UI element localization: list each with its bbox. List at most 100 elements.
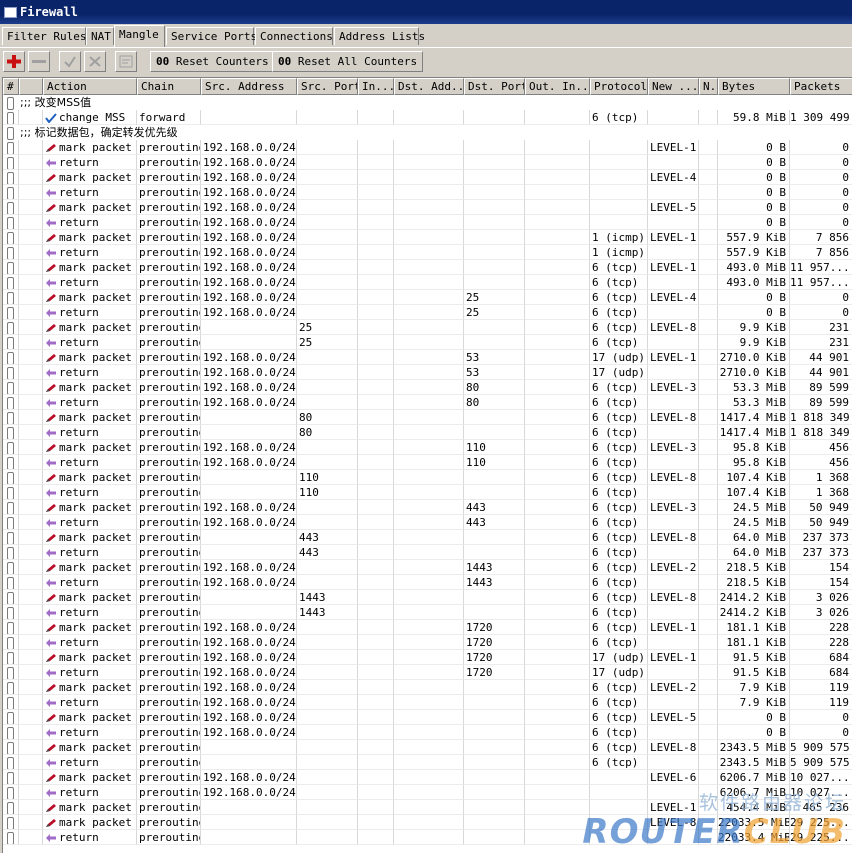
disable-button[interactable] (84, 51, 106, 72)
table-row[interactable]: return prerouting 192.168.0.0/24 25 6 (tcp) 0… (3, 305, 852, 320)
cell-empty (699, 155, 718, 170)
column-header[interactable]: Src. Port (297, 78, 358, 95)
table-row[interactable]: return prerouting 192.168.0.0/24 1443 6 (tcp… (3, 575, 852, 590)
table-row[interactable]: return prerouting 192.168.0.0/24 110 6 (tcp)… (3, 455, 852, 470)
tab-connections[interactable]: Connections (255, 27, 333, 45)
table-row[interactable]: return prerouting 192.168.0.0/24 6 (tcp) 7.9… (3, 695, 852, 710)
table-row[interactable]: mark packet prerouting 192.168.0.0/24 1 (ic… (3, 230, 852, 245)
cell-dst-port: 1720 (464, 650, 525, 665)
table-row[interactable]: return prerouting 22033.4 MiB 29 225... (3, 830, 852, 845)
cell-empty (358, 560, 394, 575)
table-row[interactable]: mark packet prerouting 192.168.0.0/24 25 6 (… (3, 290, 852, 305)
cell-empty (358, 410, 394, 425)
cell-packets: 89 599 (790, 380, 852, 395)
table-row[interactable]: mark packet prerouting 110 6 (tcp) LEVEL-8 10… (3, 470, 852, 485)
cell-empty (3, 380, 19, 395)
column-header[interactable]: Dst. Port (464, 78, 525, 95)
table-row[interactable]: mark packet prerouting 192.168.0.0/24 53 17 … (3, 350, 852, 365)
table-row[interactable]: mark packet prerouting 192.168.0.0/24 6 (tc… (3, 680, 852, 695)
table-row[interactable]: return prerouting 192.168.0.0/24 0 B0 (3, 155, 852, 170)
table-row[interactable]: mark packet prerouting 192.168.0.0/24 LEVEL… (3, 770, 852, 785)
table-row[interactable]: mark packet prerouting 192.168.0.0/24 80 6 (… (3, 380, 852, 395)
table-row[interactable]: return prerouting 1443 6 (tcp) 2414.2 KiB 3 0… (3, 605, 852, 620)
tab-address-lists[interactable]: Address Lists (334, 27, 425, 45)
table-row[interactable]: mark packet prerouting 192.168.0.0/24 LEVEL… (3, 140, 852, 155)
column-header[interactable]: Bytes (718, 78, 790, 95)
column-header[interactable]: Packets (790, 78, 852, 95)
column-header[interactable]: N.. (699, 78, 718, 95)
table-row[interactable]: mark packet prerouting 192.168.0.0/24 LEVEL… (3, 200, 852, 215)
column-header[interactable]: Src. Address (201, 78, 297, 95)
table-row[interactable]: return prerouting 192.168.0.0/24 443 6 (tcp)… (3, 515, 852, 530)
cell-empty (394, 500, 464, 515)
column-header[interactable]: New ... (648, 78, 699, 95)
column-header[interactable]: Action (43, 78, 137, 95)
column-header[interactable]: Dst. Add... (394, 78, 464, 95)
table-row[interactable]: return prerouting 192.168.0.0/24 6 (tcp) 493… (3, 275, 852, 290)
column-header[interactable]: In... (358, 78, 394, 95)
table-row[interactable]: return prerouting 192.168.0.0/24 0 B0 (3, 215, 852, 230)
enable-button[interactable] (59, 51, 81, 72)
table-row[interactable]: mark packet prerouting 1443 6 (tcp) LEVEL-8 2… (3, 590, 852, 605)
table-row[interactable]: change MSS forward 6 (tcp) 59.8 MiB 1 309 49… (3, 110, 852, 125)
column-header[interactable]: Chain (137, 78, 201, 95)
table-row[interactable]: mark packet prerouting 192.168.0.0/24 6 (tc… (3, 260, 852, 275)
cell-empty (699, 800, 718, 815)
table-row[interactable]: return prerouting 192.168.0.0/24 1720 6 (tcp… (3, 635, 852, 650)
cell-src-address (201, 830, 297, 845)
window-titlebar[interactable]: Firewall (0, 0, 852, 24)
table-row[interactable]: mark packet prerouting 443 6 (tcp) LEVEL-8 64… (3, 530, 852, 545)
table-row[interactable]: return prerouting 80 6 (tcp) 1417.4 MiB 1 818… (3, 425, 852, 440)
table-row[interactable]: mark packet prerouting 192.168.0.0/24 1720 6… (3, 620, 852, 635)
cell-packets: 3 026 (790, 590, 852, 605)
tab-service-ports[interactable]: Service Ports (166, 27, 257, 45)
column-header[interactable]: # (3, 78, 19, 95)
table-row[interactable]: return prerouting 443 6 (tcp) 64.0 MiB 237 37… (3, 545, 852, 560)
cell-empty (525, 365, 590, 380)
action-label: return (59, 186, 99, 199)
remove-button[interactable] (28, 51, 50, 72)
mark-packet-icon (46, 324, 56, 332)
table-row[interactable]: return prerouting 192.168.0.0/24 0 B0 (3, 185, 852, 200)
action-label: return (59, 336, 99, 349)
table-row[interactable]: return prerouting 192.168.0.0/24 80 6 (tcp) 5… (3, 395, 852, 410)
table-row[interactable]: return prerouting 192.168.0.0/24 53 17 (udp)… (3, 365, 852, 380)
table-row[interactable]: return prerouting 6 (tcp) 2343.5 MiB 5 909 5… (3, 755, 852, 770)
table-row[interactable]: mark packet prerouting 80 6 (tcp) LEVEL-8 141… (3, 410, 852, 425)
tab-filter-rules[interactable]: Filter Rules (2, 27, 86, 45)
table-row[interactable]: mark packet prerouting LEVEL-8 22033.5 MiB 2… (3, 815, 852, 830)
comment-button[interactable] (115, 51, 137, 72)
table-row[interactable]: return prerouting 192.168.0.0/24 1 (icmp) 55… (3, 245, 852, 260)
cell-empty (394, 575, 464, 590)
table-row[interactable]: mark packet prerouting 192.168.0.0/24 LEVEL… (3, 170, 852, 185)
table-row[interactable]: return prerouting 192.168.0.0/24 1720 17 (ud… (3, 665, 852, 680)
action-label: mark packet (59, 561, 132, 574)
column-header[interactable] (19, 78, 43, 95)
cell-empty (394, 380, 464, 395)
reset-all-counters-button[interactable]: 00 Reset All Counters (272, 51, 424, 72)
cell-protocol: 6 (tcp) (590, 620, 648, 635)
table-row[interactable]: mark packet prerouting 192.168.0.0/24 1443 6… (3, 560, 852, 575)
table-row[interactable]: mark packet prerouting 192.168.0.0/24 443 6 … (3, 500, 852, 515)
column-header[interactable]: Protocol (590, 78, 648, 95)
table-row[interactable]: return prerouting 110 6 (tcp) 107.4 KiB 1 368 (3, 485, 852, 500)
table-row[interactable]: return prerouting 25 6 (tcp) 9.9 KiB 231 (3, 335, 852, 350)
row-marker (7, 562, 14, 574)
reset-counters-button[interactable]: 00 Reset Counters (150, 51, 275, 72)
column-header[interactable]: Out. In... (525, 78, 590, 95)
tab-nat[interactable]: NAT (86, 27, 114, 45)
table-row[interactable]: mark packet prerouting 25 6 (tcp) LEVEL-8 9.9… (3, 320, 852, 335)
comment-row[interactable]: ;;; 标记数据包，确定转发优先级 (3, 125, 852, 140)
table-row[interactable]: mark packet prerouting 192.168.0.0/24 6 (tc… (3, 710, 852, 725)
table-row[interactable]: mark packet prerouting 6 (tcp) LEVEL-8 2343.… (3, 740, 852, 755)
comment-row[interactable]: ;;; 改变MSS值 (3, 95, 852, 110)
table-row[interactable]: mark packet prerouting 192.168.0.0/24 110 6 … (3, 440, 852, 455)
tab-mangle[interactable]: Mangle (114, 25, 165, 47)
cell-empty (19, 530, 43, 545)
table-row[interactable]: return prerouting 192.168.0.0/24 6 (tcp) 0 B… (3, 725, 852, 740)
table-row[interactable]: mark packet prerouting 192.168.0.0/24 1720 1… (3, 650, 852, 665)
add-button[interactable] (3, 51, 25, 72)
table-row[interactable]: return prerouting 192.168.0.0/24 6206.7 MiB… (3, 785, 852, 800)
table-row[interactable]: mark packet prerouting LEVEL-1 454.4 MiB 465… (3, 800, 852, 815)
check-icon (64, 56, 76, 68)
